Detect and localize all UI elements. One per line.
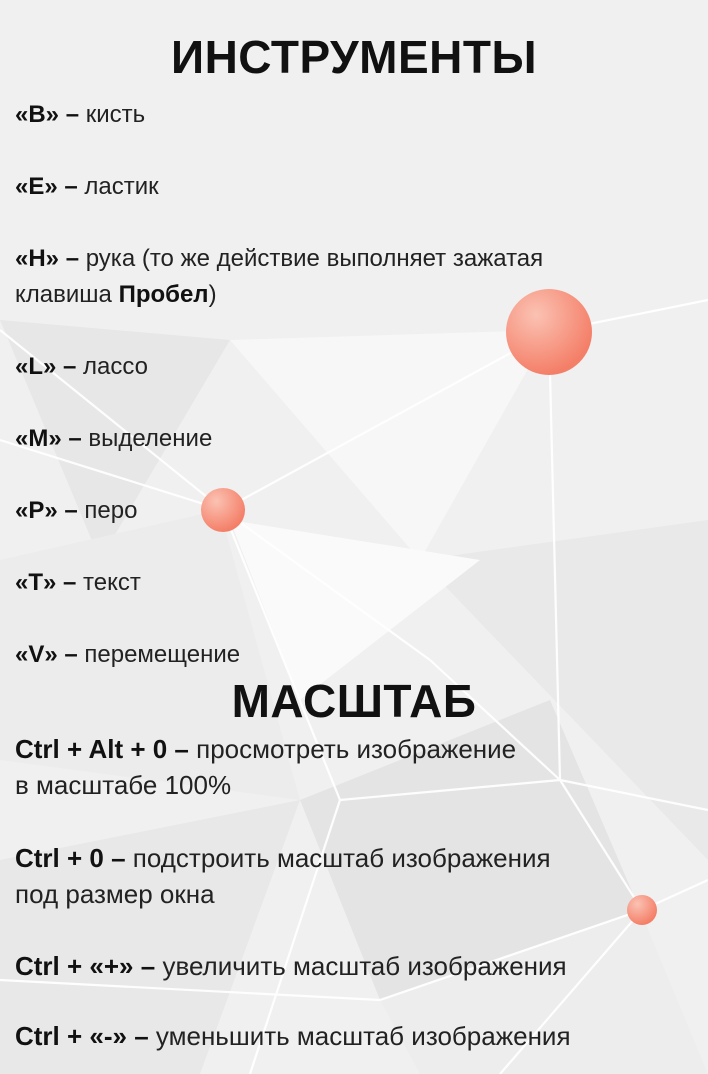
- shortcut-key: «P» –: [15, 497, 78, 524]
- shortcut-desc: текст: [83, 569, 141, 596]
- shortcut-desc: перемещение: [84, 641, 241, 668]
- list-item: «E» – ластик: [15, 169, 655, 205]
- list-item: Ctrl + Alt + 0 – просмотреть изображение…: [15, 731, 655, 803]
- shortcut-desc: подстроить масштаб изображения: [132, 843, 551, 873]
- zoom-title: МАСШТАБ: [231, 675, 477, 727]
- shortcut-desc: лассо: [83, 353, 149, 380]
- shortcut-desc: ластик: [84, 173, 159, 200]
- content: ИНСТРУМЕНТЫ «B» – кисть «E» – ластик «H»…: [0, 0, 708, 1074]
- list-item: «P» – перо: [15, 493, 655, 529]
- list-item: «T» – текст: [15, 565, 655, 601]
- list-item: Ctrl + «-» – уменьшить масштаб изображен…: [15, 1018, 655, 1054]
- shortcut-key: «L» –: [15, 353, 77, 380]
- shortcut-desc: рука (то же действие выполняет зажатая к…: [15, 245, 544, 308]
- shortcut-desc: просмотреть изображение: [196, 734, 517, 764]
- shortcut-desc: уменьшить масштаб изображения: [155, 1021, 571, 1051]
- shortcut-desc: перо: [84, 497, 138, 524]
- shortcut-tail: ): [208, 281, 217, 308]
- list-item: «B» – кисть: [15, 97, 655, 133]
- shortcut-desc-line2: под размер окна: [15, 879, 215, 909]
- list-item: Ctrl + 0 – подстроить масштаб изображени…: [15, 840, 655, 912]
- shortcut-key: «H» –: [15, 245, 80, 272]
- shortcut-key: Ctrl + «-» –: [15, 1021, 149, 1051]
- tools-title: ИНСТРУМЕНТЫ: [171, 31, 537, 83]
- shortcut-key: «M» –: [15, 425, 82, 452]
- shortcut-bold-word: Пробел: [118, 281, 209, 308]
- list-item: «L» – лассо: [15, 349, 655, 385]
- list-item: «V» – перемещение: [15, 637, 655, 673]
- shortcut-desc-line2: в масштабе 100%: [15, 770, 232, 800]
- shortcut-desc: увеличить масштаб изображения: [162, 951, 567, 981]
- shortcut-key: «E» –: [15, 173, 78, 200]
- shortcut-key: «B» –: [15, 101, 80, 128]
- shortcut-key: Ctrl + 0 –: [15, 843, 126, 873]
- list-item: «M» – выделение: [15, 421, 655, 457]
- shortcut-desc: выделение: [88, 425, 213, 452]
- shortcut-key: «T» –: [15, 569, 77, 596]
- shortcut-key: Ctrl + «+» –: [15, 951, 156, 981]
- list-item: «H» – рука (то же действие выполняет заж…: [15, 241, 635, 313]
- shortcut-key: Ctrl + Alt + 0 –: [15, 734, 189, 764]
- shortcut-desc: кисть: [85, 101, 146, 128]
- shortcut-key: «V» –: [15, 641, 78, 668]
- list-item: Ctrl + «+» – увеличить масштаб изображен…: [15, 948, 655, 984]
